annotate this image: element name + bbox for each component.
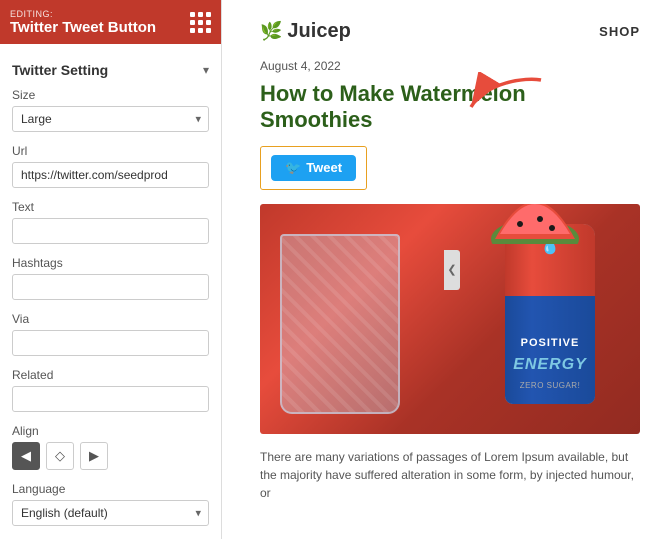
hashtags-label: Hashtags bbox=[12, 256, 209, 270]
related-field-group: Related bbox=[12, 368, 209, 412]
via-label: Via bbox=[12, 312, 209, 326]
glass bbox=[280, 234, 420, 434]
top-bar: EDITING: Twitter Tweet Button bbox=[0, 0, 221, 44]
top-bar-left: EDITING: Twitter Tweet Button bbox=[10, 9, 156, 36]
align-center-button[interactable]: ◇ bbox=[46, 442, 74, 470]
size-select[interactable]: Small Medium Large bbox=[12, 106, 209, 132]
post-excerpt: There are many variations of passages of… bbox=[260, 448, 640, 502]
align-buttons: ◀ ◇ ▶ bbox=[12, 442, 209, 470]
related-label: Related bbox=[12, 368, 209, 382]
text-field-group: Text bbox=[12, 200, 209, 244]
related-input[interactable] bbox=[12, 386, 209, 412]
language-select[interactable]: English (default) Spanish French German bbox=[12, 500, 209, 526]
twitter-bird-icon: 🐦 bbox=[285, 160, 301, 176]
hashtags-input[interactable] bbox=[12, 274, 209, 300]
collapse-handle[interactable]: ❮ bbox=[444, 250, 460, 290]
align-label: Align bbox=[12, 424, 209, 438]
logo-leaf-icon: 🌿 bbox=[260, 21, 282, 42]
align-left-button[interactable]: ◀ bbox=[12, 442, 40, 470]
settings-section: Twitter Setting ▾ Size Small Medium Larg… bbox=[0, 44, 221, 539]
product-can: 💧 POSITIVE ENERGY ZERO SUGAR! bbox=[490, 224, 610, 424]
url-input[interactable] bbox=[12, 162, 209, 188]
tweet-button[interactable]: 🐦 Tweet bbox=[271, 155, 356, 181]
logo-wrap: 🌿 Juicep bbox=[260, 20, 351, 43]
editing-label: EDITING: bbox=[10, 9, 156, 19]
language-label: Language bbox=[12, 482, 209, 496]
align-field-group: Align ◀ ◇ ▶ bbox=[12, 424, 209, 470]
site-header: 🌿 Juicep SHOP bbox=[260, 20, 640, 43]
text-label: Text bbox=[12, 200, 209, 214]
left-panel: EDITING: Twitter Tweet Button Twitter Se… bbox=[0, 0, 222, 539]
section-title: Twitter Setting bbox=[12, 62, 108, 78]
twitter-setting-header[interactable]: Twitter Setting ▾ bbox=[12, 54, 209, 88]
tweet-label: Tweet bbox=[306, 160, 342, 175]
size-label: Size bbox=[12, 88, 209, 102]
logo-text: Juicep bbox=[287, 20, 350, 43]
tweet-button-wrapper: 🐦 Tweet bbox=[260, 146, 367, 190]
language-field-group: Language English (default) Spanish Frenc… bbox=[12, 482, 209, 526]
shop-link[interactable]: SHOP bbox=[599, 24, 640, 39]
chevron-down-icon: ▾ bbox=[203, 63, 209, 77]
post-image: 💧 POSITIVE ENERGY ZERO SUGAR! bbox=[260, 204, 640, 434]
size-field-group: Size Small Medium Large bbox=[12, 88, 209, 132]
size-select-wrap: Small Medium Large bbox=[12, 106, 209, 132]
grid-dots-icon[interactable] bbox=[190, 12, 211, 33]
via-input[interactable] bbox=[12, 330, 209, 356]
via-field-group: Via bbox=[12, 312, 209, 356]
hashtags-field-group: Hashtags bbox=[12, 256, 209, 300]
language-select-wrap: English (default) Spanish French German bbox=[12, 500, 209, 526]
text-input[interactable] bbox=[12, 218, 209, 244]
post-date: August 4, 2022 bbox=[260, 59, 640, 73]
url-label: Url bbox=[12, 144, 209, 158]
post-title: How to Make Watermelon Smoothies bbox=[260, 81, 640, 134]
align-right-button[interactable]: ▶ bbox=[80, 442, 108, 470]
url-field-group: Url bbox=[12, 144, 209, 188]
widget-title: Twitter Tweet Button bbox=[10, 19, 156, 36]
watermelon-icon bbox=[490, 204, 580, 244]
